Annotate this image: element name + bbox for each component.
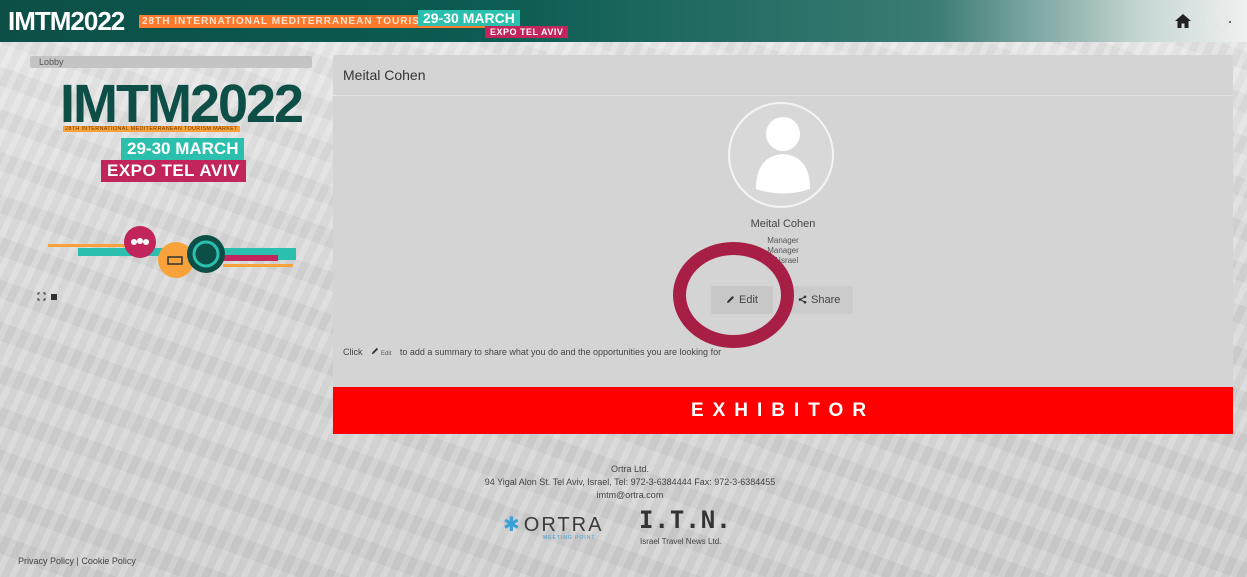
- event-logo-venue: EXPO TEL AVIV: [101, 160, 246, 182]
- profile-job-title: Manager: [767, 236, 799, 245]
- share-profile-button[interactable]: Share: [783, 286, 853, 314]
- exhibitor-badge: EXHIBITOR: [333, 387, 1233, 434]
- profile-panel: Meital Cohen Meital Cohen Manager Manage…: [333, 55, 1233, 387]
- event-logo-tagline: 28TH INTERNATIONAL MEDITERRANEAN TOURISM…: [63, 126, 240, 132]
- event-logo-text: IMTM2022: [60, 74, 304, 134]
- gear-icon: ✱: [503, 514, 522, 536]
- ortra-logo[interactable]: ✱ ORTRA: [503, 512, 603, 537]
- summary-hint: Click Edit to add a summary to share wha…: [343, 347, 722, 357]
- networking-illustration: [48, 220, 298, 282]
- header-logo[interactable]: IMTM2022: [8, 6, 125, 36]
- share-icon: [798, 295, 807, 304]
- top-header: IMTM2022 28TH INTERNATIONAL MEDITERRANEA…: [0, 0, 1247, 42]
- profile-country: Israel: [683, 256, 883, 265]
- footer-email[interactable]: imtm@ortra.com: [380, 489, 880, 502]
- page-title: Meital Cohen: [343, 67, 426, 83]
- footer-address: 94 Yigal Alon St. Tel Aviv, Israel, Tel:…: [484, 477, 776, 487]
- home-icon[interactable]: [1174, 12, 1192, 30]
- inline-edit-link[interactable]: Edit: [371, 347, 400, 357]
- profile-organization: Manager: [767, 246, 799, 255]
- breadcrumb[interactable]: Lobby: [30, 56, 312, 68]
- edit-profile-button[interactable]: Edit: [711, 286, 773, 314]
- itn-logo[interactable]: I.T.N.: [639, 506, 732, 534]
- header-venue: EXPO TEL AVIV: [485, 26, 569, 38]
- itn-tagline: Israel Travel News Ltd.: [640, 537, 722, 546]
- footer-company: Ortra Ltd.: [610, 464, 649, 474]
- fullscreen-controls: [37, 289, 61, 307]
- pencil-icon: [371, 347, 379, 355]
- israel-flag-icon: [767, 256, 777, 265]
- fullscreen-icon[interactable]: [37, 292, 46, 301]
- partner-logos: ✱ ORTRA MEETING POINT I.T.N. Israel Trave…: [503, 506, 763, 550]
- panel-header: Meital Cohen: [333, 55, 1233, 96]
- event-logo: IMTM2022 28TH INTERNATIONAL MEDITERRANEA…: [60, 74, 304, 182]
- footer-contact: Ortra Ltd. 94 Yigal Alon St. Tel Aviv, I…: [380, 463, 880, 502]
- header-date: 29-30 MARCH: [418, 10, 520, 26]
- pencil-icon: [727, 296, 734, 303]
- profile-name: Meital Cohen: [750, 218, 816, 230]
- stop-icon[interactable]: [51, 294, 57, 300]
- avatar[interactable]: [728, 102, 834, 208]
- user-icon[interactable]: [1206, 10, 1232, 34]
- policy-links[interactable]: Privacy Policy | Cookie Policy: [18, 556, 136, 566]
- event-logo-date: 29-30 MARCH: [121, 138, 245, 160]
- ortra-tagline: MEETING POINT: [543, 535, 596, 541]
